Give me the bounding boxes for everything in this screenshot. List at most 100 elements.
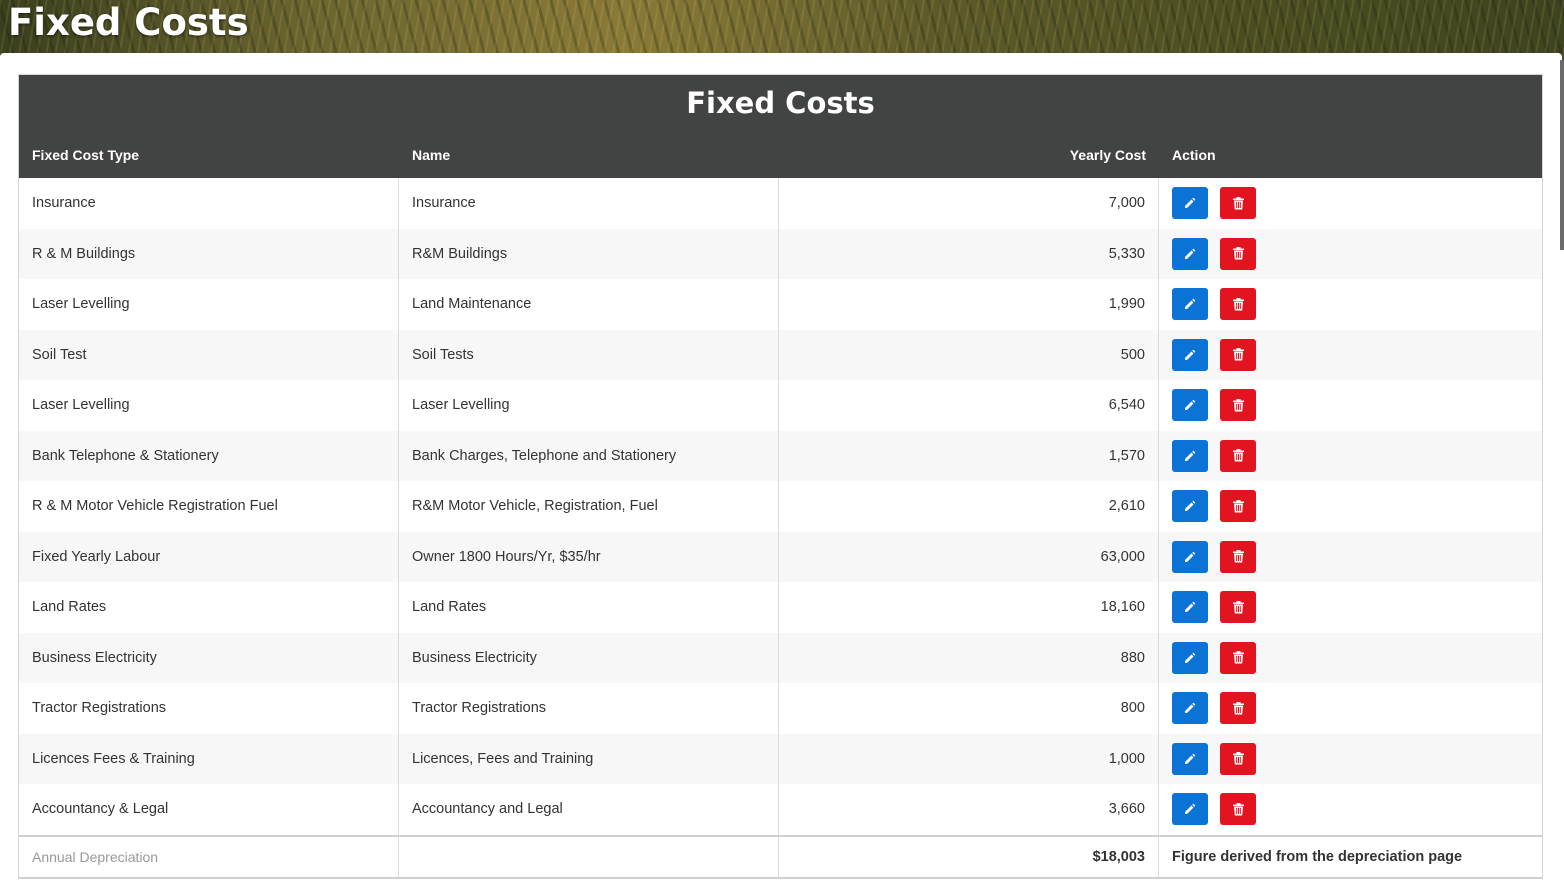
table-row: Bank Telephone & Stationery Bank Charges,…: [19, 430, 1542, 481]
fixed-costs-table: Fixed Costs Fixed Cost Type Name Yearly …: [18, 74, 1543, 879]
cell-name: Land Maintenance: [399, 279, 779, 330]
cell-name: Insurance: [399, 178, 779, 229]
cell-name: Business Electricity: [399, 632, 779, 683]
table-row: Fixed Yearly Labour Owner 1800 Hours/Yr, …: [19, 531, 1542, 582]
pencil-icon: [1184, 753, 1196, 765]
footer-note: Figure derived from the depreciation pag…: [1172, 848, 1463, 865]
delete-button[interactable]: [1220, 540, 1256, 573]
cell-yearly-cost: 1,990: [779, 279, 1159, 330]
trash-icon: [1232, 398, 1244, 412]
cell-actions: [1159, 582, 1542, 633]
table-row: Soil Test Soil Tests 500: [19, 329, 1542, 381]
edit-button[interactable]: [1172, 490, 1208, 523]
trash-icon: [1232, 499, 1244, 513]
cell-actions: [1159, 178, 1542, 229]
pencil-icon: [1184, 551, 1196, 563]
delete-button[interactable]: [1220, 237, 1256, 270]
edit-button[interactable]: [1172, 742, 1208, 775]
col-header-action: Action: [1172, 146, 1216, 163]
pencil-icon: [1184, 197, 1196, 209]
delete-button[interactable]: [1220, 187, 1256, 220]
col-header-yearly-cost[interactable]: Yearly Cost: [779, 147, 1159, 163]
cell-fixed-cost-type: Bank Telephone & Stationery: [19, 430, 399, 481]
cell-fixed-cost-type: Land Rates: [19, 582, 399, 633]
table-row: Business Electricity Business Electricity…: [19, 632, 1542, 684]
edit-button[interactable]: [1172, 439, 1208, 472]
cell-name: Owner 1800 Hours/Yr, $35/hr: [399, 531, 779, 582]
pencil-icon: [1184, 298, 1196, 310]
delete-button[interactable]: [1220, 389, 1256, 422]
delete-button[interactable]: [1220, 692, 1256, 725]
table-row: Accountancy & Legal Accountancy and Legal…: [19, 784, 1542, 835]
trash-icon: [1232, 348, 1244, 361]
table-body: Insurance Insurance 7,000 R & M Buildings R&…: [19, 178, 1542, 835]
footer-label: Annual Depreciation: [19, 836, 399, 877]
footer-empty: [399, 836, 779, 877]
trash-icon: [1232, 600, 1244, 614]
cell-yearly-cost: 3,660: [779, 784, 1159, 835]
delete-button[interactable]: [1220, 439, 1256, 472]
cell-yearly-cost: 1,570: [779, 430, 1159, 481]
trash-icon: [1232, 449, 1244, 462]
cell-actions: [1159, 633, 1542, 684]
cell-name: Laser Levelling: [399, 380, 779, 431]
page-heading: Fixed Costs: [8, 1, 249, 44]
cell-fixed-cost-type: Insurance: [19, 178, 399, 229]
edit-button[interactable]: [1172, 389, 1208, 422]
trash-icon: [1232, 802, 1244, 816]
cell-yearly-cost: 18,160: [779, 582, 1159, 633]
pencil-icon: [1184, 652, 1196, 664]
cell-fixed-cost-type: R & M Buildings: [19, 228, 399, 279]
edit-button[interactable]: [1172, 187, 1208, 220]
column-headers: Fixed Cost Type Name Yearly Cost Action: [19, 131, 1542, 178]
col-header-fixed-cost-type[interactable]: Fixed Cost Type: [19, 147, 399, 163]
table-row: Laser Levelling Land Maintenance 1,990: [19, 279, 1542, 330]
delete-button[interactable]: [1220, 490, 1256, 523]
table-row: Laser Levelling Laser Levelling 6,540: [19, 380, 1542, 431]
cell-fixed-cost-type: Tractor Registrations: [19, 683, 399, 734]
delete-button[interactable]: [1220, 591, 1256, 624]
edit-button[interactable]: [1172, 692, 1208, 725]
cell-yearly-cost: 500: [779, 329, 1159, 380]
cell-yearly-cost: 5,330: [779, 228, 1159, 279]
trash-icon: [1232, 196, 1244, 210]
cell-fixed-cost-type: Licences Fees & Training: [19, 733, 399, 784]
edit-button[interactable]: [1172, 591, 1208, 624]
trash-icon: [1232, 247, 1244, 260]
pencil-icon: [1184, 500, 1196, 512]
table-header: Fixed Costs Fixed Cost Type Name Yearly …: [19, 75, 1542, 178]
footer-total: $18,003: [779, 836, 1159, 877]
pencil-icon: [1184, 248, 1196, 260]
delete-button[interactable]: [1220, 338, 1256, 371]
cell-fixed-cost-type: Fixed Yearly Labour: [19, 531, 399, 582]
cell-yearly-cost: 63,000: [779, 531, 1159, 582]
cell-actions: [1159, 784, 1542, 835]
cell-actions: [1159, 734, 1542, 785]
delete-button[interactable]: [1220, 288, 1256, 321]
cell-yearly-cost: 880: [779, 632, 1159, 683]
edit-button[interactable]: [1172, 793, 1208, 826]
cell-actions: [1159, 330, 1542, 381]
cell-actions: [1159, 380, 1542, 431]
delete-button[interactable]: [1220, 742, 1256, 775]
cell-fixed-cost-type: Soil Test: [19, 329, 399, 380]
table-row: Land Rates Land Rates 18,160: [19, 582, 1542, 633]
delete-button[interactable]: [1220, 641, 1256, 674]
cell-fixed-cost-type: Business Electricity: [19, 632, 399, 683]
cell-name: Bank Charges, Telephone and Stationery: [399, 430, 779, 481]
delete-button[interactable]: [1220, 793, 1256, 826]
cell-actions: [1159, 683, 1542, 734]
table-row: Tractor Registrations Tractor Registratio…: [19, 683, 1542, 734]
cell-yearly-cost: 1,000: [779, 733, 1159, 784]
edit-button[interactable]: [1172, 540, 1208, 573]
scrollbar[interactable]: [1560, 60, 1564, 250]
edit-button[interactable]: [1172, 288, 1208, 321]
edit-button[interactable]: [1172, 338, 1208, 371]
cell-name: Licences, Fees and Training: [399, 733, 779, 784]
edit-button[interactable]: [1172, 237, 1208, 270]
edit-button[interactable]: [1172, 641, 1208, 674]
cell-name: Tractor Registrations: [399, 683, 779, 734]
cell-actions: [1159, 481, 1542, 532]
col-header-name[interactable]: Name: [399, 147, 779, 163]
table-row: Licences Fees & Training Licences, Fees a…: [19, 733, 1542, 785]
